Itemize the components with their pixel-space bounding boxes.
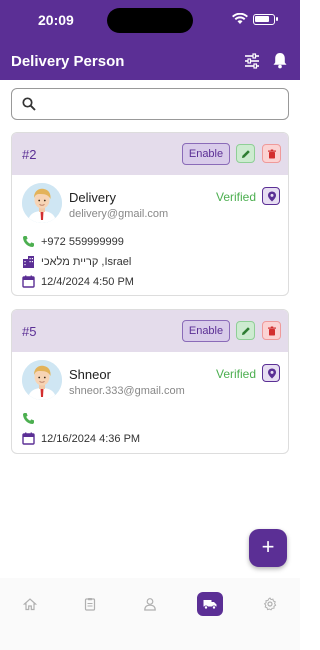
person-name: Shneor <box>69 367 111 382</box>
person-email: shneor.333@gmail.com <box>69 385 185 397</box>
search-input[interactable] <box>44 93 282 115</box>
pencil-icon <box>242 150 250 158</box>
battery-icon <box>253 14 278 25</box>
trash-icon <box>268 149 276 159</box>
person-email: delivery@gmail.com <box>69 208 169 220</box>
nav-delivery[interactable] <box>197 592 223 616</box>
location-button[interactable] <box>262 187 280 205</box>
app-header: 20:09 Delivery Person <box>0 0 300 80</box>
person-name: Delivery <box>69 190 116 205</box>
user-icon <box>144 598 156 611</box>
card-header: #2 Enable <box>12 133 288 175</box>
avatar <box>22 360 62 400</box>
location-pin-icon <box>268 368 276 379</box>
enable-button[interactable]: Enable <box>182 143 230 165</box>
trash-icon <box>268 326 276 336</box>
nav-orders[interactable] <box>77 592 103 616</box>
clipboard-icon <box>84 598 96 611</box>
delete-button[interactable] <box>262 144 281 163</box>
location-button[interactable] <box>262 364 280 382</box>
delete-button[interactable] <box>262 321 281 340</box>
status-bar: 20:09 <box>0 0 300 40</box>
nav-profile[interactable] <box>137 592 163 616</box>
calendar-icon <box>22 432 35 445</box>
card-id: #2 <box>22 147 37 162</box>
phone-number: +972 559999999 <box>41 236 124 248</box>
edit-button[interactable] <box>236 144 255 163</box>
truck-icon <box>203 600 217 610</box>
card-id: #5 <box>22 324 37 339</box>
nav-settings[interactable] <box>257 592 283 616</box>
bell-icon[interactable] <box>272 52 288 69</box>
home-icon <box>23 598 37 611</box>
created-date: 12/4/2024 4:50 PM <box>41 276 134 288</box>
delivery-person-card[interactable]: #5 Enable Shneor shneor.333@gmail.com Ve… <box>11 309 289 454</box>
wifi-icon <box>232 13 248 24</box>
search-bar[interactable] <box>11 88 289 120</box>
address: קריית מלאכי ,Israel <box>41 256 132 268</box>
add-delivery-person-button[interactable]: + <box>249 529 287 567</box>
phone-icon <box>23 236 34 247</box>
pencil-icon <box>242 327 250 335</box>
calendar-icon <box>22 275 35 288</box>
avatar <box>22 183 62 223</box>
city-icon <box>23 256 34 268</box>
bottom-nav <box>0 578 300 650</box>
dynamic-island <box>107 8 193 33</box>
enable-button[interactable]: Enable <box>182 320 230 342</box>
search-icon <box>22 97 36 111</box>
plus-icon: + <box>261 534 275 559</box>
card-header: #5 Enable <box>12 310 288 352</box>
nav-home[interactable] <box>17 592 43 616</box>
page-title: Delivery Person <box>11 53 125 70</box>
phone-icon <box>23 413 34 424</box>
verified-status: Verified <box>216 190 257 204</box>
delivery-person-card[interactable]: #2 Enable Delivery delivery@gmail.com Ve… <box>11 132 289 296</box>
status-time: 20:09 <box>38 12 74 28</box>
filter-icon[interactable] <box>244 53 260 69</box>
verified-status: Verified <box>216 367 257 381</box>
location-pin-icon <box>268 191 276 202</box>
created-date: 12/16/2024 4:36 PM <box>41 433 141 445</box>
edit-button[interactable] <box>236 321 255 340</box>
gear-icon <box>263 597 277 611</box>
